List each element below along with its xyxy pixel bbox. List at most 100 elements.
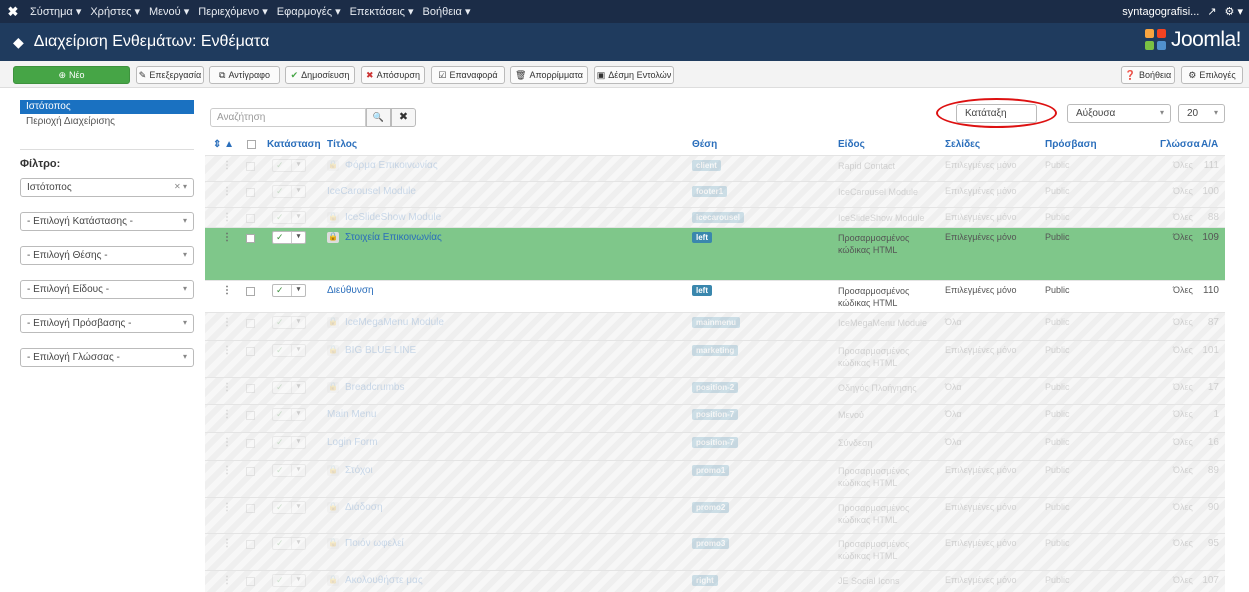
list-limit-select[interactable]: 20 ▾ [1178,104,1225,123]
table-row[interactable]: ⋮ ✓ ▾ IceCarousel Module footer1 IceCarousel … [205,181,1225,207]
table-row[interactable]: ⋮ ✓ ▾ 🔒 Στόχοι promo1 Προσαρμοσμένος κώδικας HT… [205,460,1225,497]
drag-handle-icon[interactable]: ⋮ [222,232,232,243]
position-badge[interactable]: position-7 [692,409,739,420]
table-row[interactable]: ⋮ ✓ ▾ 🔒 Ακολουθήστε μας right JE Social Icons Ε… [205,570,1225,592]
status-toggle[interactable]: ✓ ▾ [272,537,306,550]
module-title-link[interactable]: Στοιχεία Επικοινωνίας [345,232,442,243]
drag-handle-icon[interactable]: ⋮ [222,575,232,586]
chevron-down-icon[interactable]: ▾ [291,382,305,393]
status-toggle[interactable]: ✓ ▾ [272,464,306,477]
help-button[interactable]: ❓ Βοήθεια [1121,66,1175,84]
filter-access-select[interactable]: - Επιλογή Πρόσβασης - ▾ [20,314,194,333]
row-checkbox[interactable] [246,287,255,296]
drag-handle-icon[interactable]: ⋮ [222,317,232,328]
menu-system[interactable]: Σύστημα ▾ [30,5,81,18]
menu-menus[interactable]: Μενού ▾ [149,5,189,18]
position-badge[interactable]: promo2 [692,502,730,513]
module-title-link[interactable]: Διεύθυνση [327,285,374,296]
search-button[interactable]: 🔍 [366,108,391,127]
row-checkbox[interactable] [246,188,255,197]
module-title-link[interactable]: IceSlideShow Module [345,212,441,223]
table-row[interactable]: ⋮ ✓ ▾ Login Form position-7 Σύνδεση Όλα Public Ό… [205,432,1225,460]
chevron-down-icon[interactable]: ▾ [291,232,305,243]
site-name-link[interactable]: syntagografisi... [1122,6,1199,18]
module-title-link[interactable]: IceMegaMenu Module [345,317,444,328]
drag-handle-icon[interactable]: ⋮ [222,285,232,296]
drag-handle-icon[interactable]: ⋮ [222,160,232,171]
module-title-link[interactable]: Στόχοι [345,465,373,476]
drag-handle-icon[interactable]: ⋮ [222,409,232,420]
row-checkbox[interactable] [246,504,255,513]
chevron-down-icon[interactable]: ▾ [291,345,305,356]
user-gear-icon[interactable]: ⚙ ▾ [1225,5,1243,18]
chevron-down-icon[interactable]: ▾ [291,575,305,586]
type-header[interactable]: Είδος [838,139,865,150]
chevron-down-icon[interactable]: ▾ [291,212,305,223]
menu-content[interactable]: Περιεχόμενο ▾ [198,5,268,18]
drag-handle-icon[interactable]: ⋮ [222,465,232,476]
status-toggle[interactable]: ✓ ▾ [272,408,306,421]
id-header[interactable]: Α/Α [1201,139,1218,150]
drag-handle-icon[interactable]: ⋮ [222,538,232,549]
publish-button[interactable]: ✔ Δημοσίευση [285,66,355,84]
unpublish-button[interactable]: ✖ Απόσυρση [361,66,425,84]
copy-button[interactable]: ⧉ Αντίγραφο [209,66,280,84]
filter-position-select[interactable]: - Επιλογή Θέσης - ▾ [20,246,194,265]
position-badge[interactable]: footer1 [692,186,728,197]
filter-language-select[interactable]: - Επιλογή Γλώσσας - ▾ [20,348,194,367]
module-title-link[interactable]: Ποιόν ωφελεί [345,538,404,549]
chevron-down-icon[interactable]: ▾ [291,502,305,513]
status-toggle[interactable]: ✓ ▾ [272,231,306,244]
status-toggle[interactable]: ✓ ▾ [272,284,306,297]
status-toggle[interactable]: ✓ ▾ [272,316,306,329]
status-toggle[interactable]: ✓ ▾ [272,381,306,394]
language-header[interactable]: Γλώσσα [1160,139,1200,150]
menu-help[interactable]: Βοήθεια ▾ [423,5,471,18]
table-row[interactable]: ⋮ ✓ ▾ 🔒 Ποιόν ωφελεί promo3 Προσαρμοσμένος κώδι… [205,533,1225,570]
drag-handle-icon[interactable]: ⋮ [222,345,232,356]
menu-users[interactable]: Χρήστες ▾ [90,5,140,18]
status-toggle[interactable]: ✓ ▾ [272,211,306,224]
pages-header[interactable]: Σελίδες [945,139,980,150]
filter-type-select[interactable]: - Επιλογή Είδους - ▾ [20,280,194,299]
table-row[interactable]: ⋮ ✓ ▾ 🔒 Στοιχεία Επικοινωνίας left Προσαρμοσμέ… [205,227,1225,280]
search-input[interactable]: Αναζήτηση [210,108,366,127]
status-toggle[interactable]: ✓ ▾ [272,501,306,514]
module-title-link[interactable]: Διάδοση [345,502,383,513]
row-checkbox[interactable] [246,467,255,476]
sort-direction-select[interactable]: Αύξουσα ▾ [1067,104,1171,123]
table-row[interactable]: ⋮ ✓ ▾ 🔒 Breadcrumbs position-2 Οδηγός Πλοήγηση… [205,377,1225,404]
row-checkbox[interactable] [246,411,255,420]
clear-search-button[interactable]: ✖ [391,108,416,127]
table-row[interactable]: ⋮ ✓ ▾ 🔒 IceMegaMenu Module mainmenu IceMegaMen… [205,312,1225,340]
table-row[interactable]: ⋮ ✓ ▾ 🔒 BIG BLUE LINE marketing Προσαρμοσμένος… [205,340,1225,377]
row-checkbox[interactable] [246,214,255,223]
position-badge[interactable]: mainmenu [692,317,741,328]
new-button[interactable]: ⊕ Νέο [13,66,130,84]
status-header[interactable]: Κατάσταση [267,139,321,150]
drag-handle-icon[interactable]: ⋮ [222,502,232,513]
position-badge[interactable]: position-2 [692,382,739,393]
chevron-down-icon[interactable]: ▾ [291,538,305,549]
chevron-down-icon[interactable]: ▾ [291,437,305,448]
position-badge[interactable]: right [692,575,718,586]
row-checkbox[interactable] [246,162,255,171]
row-checkbox[interactable] [246,319,255,328]
options-button[interactable]: ⚙ Επιλογές [1181,66,1243,84]
position-badge[interactable]: left [692,232,712,243]
status-toggle[interactable]: ✓ ▾ [272,159,306,172]
drag-handle-icon[interactable]: ⋮ [222,186,232,197]
status-toggle[interactable]: ✓ ▾ [272,574,306,587]
chevron-down-icon[interactable]: ▾ [291,317,305,328]
status-toggle[interactable]: ✓ ▾ [272,344,306,357]
table-row[interactable]: ⋮ ✓ ▾ Διεύθυνση left Προσαρμοσμένος κώδικας HT… [205,280,1225,312]
menu-extensions[interactable]: Επεκτάσεις ▾ [350,5,414,18]
position-badge[interactable]: marketing [692,345,739,356]
chevron-down-icon[interactable]: ▾ [291,465,305,476]
row-checkbox[interactable] [246,347,255,356]
row-checkbox[interactable] [246,439,255,448]
module-title-link[interactable]: Main Menu [327,409,376,420]
module-title-link[interactable]: Ακολουθήστε μας [345,575,423,586]
chevron-down-icon[interactable]: ▾ [291,285,305,296]
position-badge[interactable]: left [692,285,712,296]
